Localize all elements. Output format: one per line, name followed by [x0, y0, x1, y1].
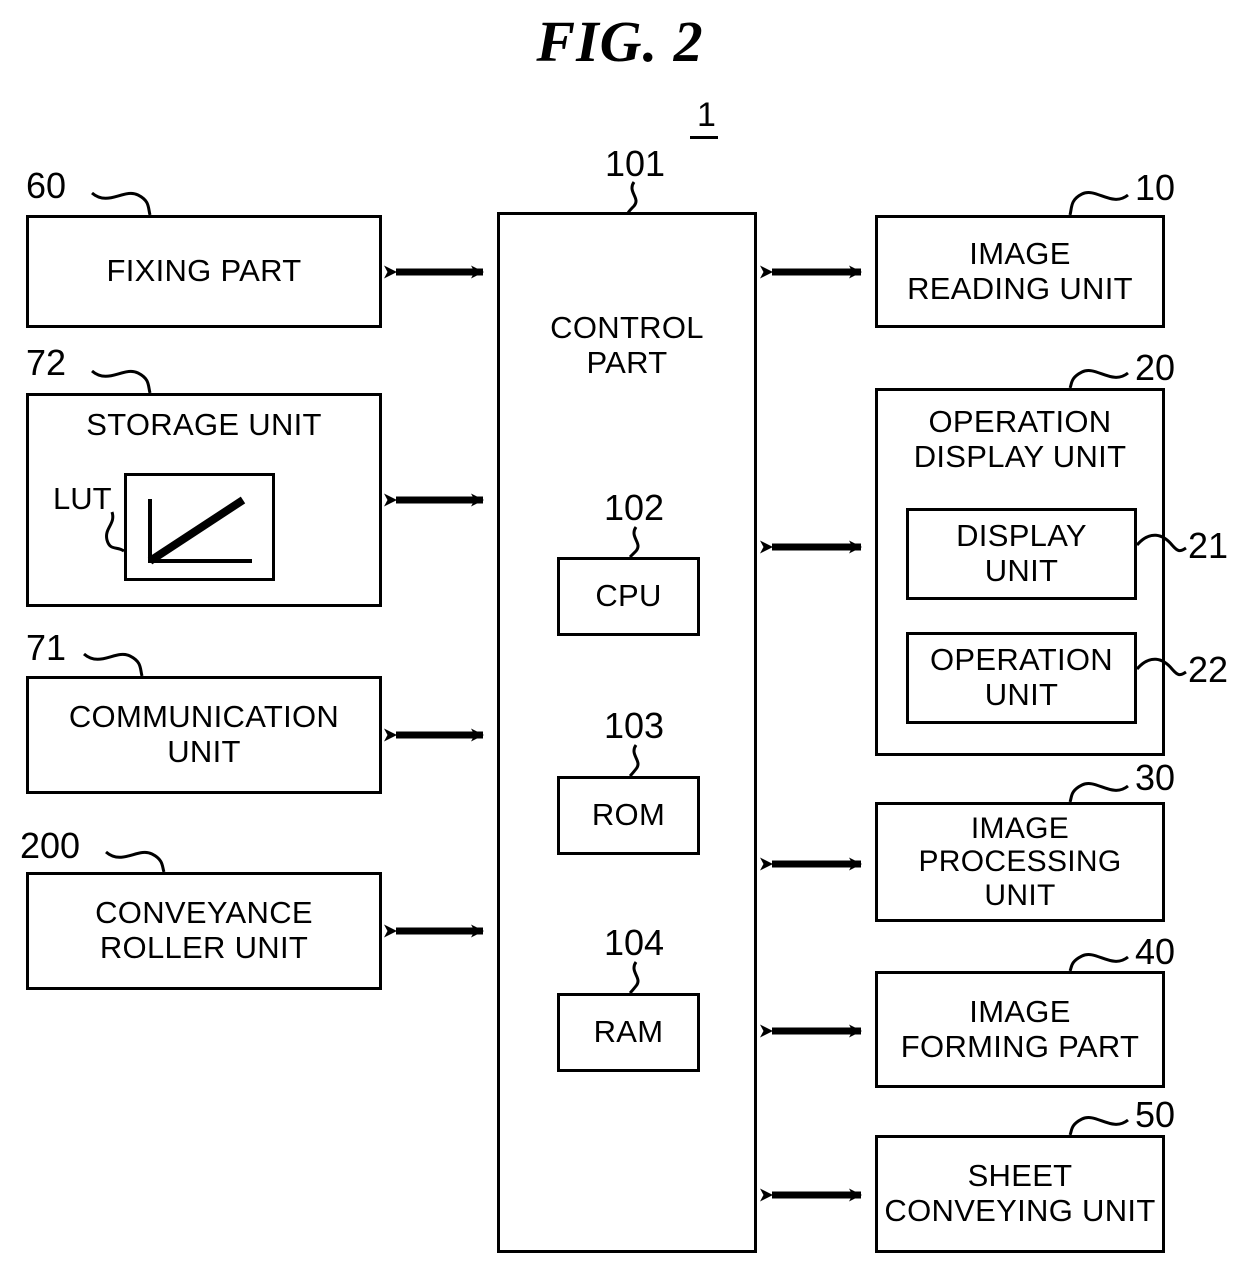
block-ram: RAM — [557, 993, 700, 1072]
block-communication-unit-label: COMMUNICATION UNIT — [68, 699, 340, 769]
ref-numeral-10: 10 — [1135, 167, 1176, 208]
block-cpu: CPU — [557, 557, 700, 636]
block-rom: ROM — [557, 776, 700, 855]
ref-numeral-system: 1 — [697, 96, 716, 134]
leader-line-50 — [1068, 1116, 1129, 1136]
ref-numeral-60: 60 — [26, 165, 67, 206]
block-image-processing-unit: IMAGE PROCESSING UNIT — [875, 802, 1165, 922]
system-ref-underline — [690, 136, 718, 139]
block-image-forming-part: IMAGE FORMING PART — [875, 971, 1165, 1088]
block-communication-unit: COMMUNICATION UNIT — [26, 676, 382, 794]
ref-numeral-21: 21 — [1188, 525, 1229, 566]
block-sheet-conveying-unit: SHEET CONVEYING UNIT — [875, 1135, 1165, 1253]
block-sheet-conveying-unit-label: SHEET CONVEYING UNIT — [884, 1158, 1156, 1228]
block-image-processing-unit-label: IMAGE PROCESSING UNIT — [918, 811, 1122, 912]
block-control-part-label: CONTROL PART — [550, 310, 704, 380]
ref-numeral-22: 22 — [1188, 649, 1229, 690]
ref-numeral-103: 103 — [604, 705, 665, 746]
block-display-unit-label: DISPLAY UNIT — [956, 518, 1087, 588]
block-image-reading-unit: IMAGE READING UNIT — [875, 215, 1165, 328]
block-cpu-label: CPU — [595, 578, 662, 614]
block-operation-display-unit-label: OPERATION DISPLAY UNIT — [913, 404, 1127, 474]
block-ram-label: RAM — [593, 1014, 664, 1050]
ref-numeral-20: 20 — [1135, 347, 1176, 388]
lut-label: LUT — [53, 481, 112, 516]
ref-numeral-102: 102 — [604, 487, 665, 528]
leader-line-60 — [91, 191, 152, 216]
block-fixing-part: FIXING PART — [26, 215, 382, 328]
block-conveyance-roller-unit-label: CONVEYANCE ROLLER UNIT — [95, 895, 313, 965]
leader-line-30 — [1068, 782, 1129, 803]
ref-numeral-72: 72 — [26, 342, 67, 383]
ref-numeral-50: 50 — [1135, 1094, 1176, 1135]
block-conveyance-roller-unit: CONVEYANCE ROLLER UNIT — [26, 872, 382, 990]
leader-line-71 — [83, 652, 144, 677]
ref-numeral-40: 40 — [1135, 931, 1176, 972]
block-operation-unit-label: OPERATION UNIT — [930, 642, 1113, 712]
leader-line-10 — [1068, 191, 1129, 216]
block-image-reading-unit-label: IMAGE READING UNIT — [907, 235, 1133, 306]
ref-numeral-71: 71 — [26, 627, 67, 668]
ref-numeral-101: 101 — [605, 143, 666, 184]
leader-line-200 — [105, 850, 166, 873]
ref-numeral-104: 104 — [604, 922, 665, 963]
ref-numeral-200: 200 — [20, 825, 81, 866]
leader-line-72 — [91, 369, 152, 394]
block-storage-unit-label: STORAGE UNIT — [86, 407, 322, 442]
figure-title: FIG. 2 — [536, 9, 704, 74]
leader-line-20 — [1068, 369, 1129, 389]
block-display-unit: DISPLAY UNIT — [906, 508, 1137, 600]
ref-numeral-30: 30 — [1135, 757, 1176, 798]
patent-figure: FIG. 2 1 60 FIXING PART 72 STORAGE UNIT … — [0, 0, 1240, 1269]
block-operation-unit: OPERATION UNIT — [906, 632, 1137, 724]
leader-line-101 — [626, 181, 638, 214]
lut-graph-box — [124, 473, 275, 581]
leader-line-40 — [1068, 953, 1129, 972]
block-fixing-part-label: FIXING PART — [106, 253, 302, 289]
block-rom-label: ROM — [591, 797, 666, 833]
block-image-forming-part-label: IMAGE FORMING PART — [900, 993, 1140, 1064]
